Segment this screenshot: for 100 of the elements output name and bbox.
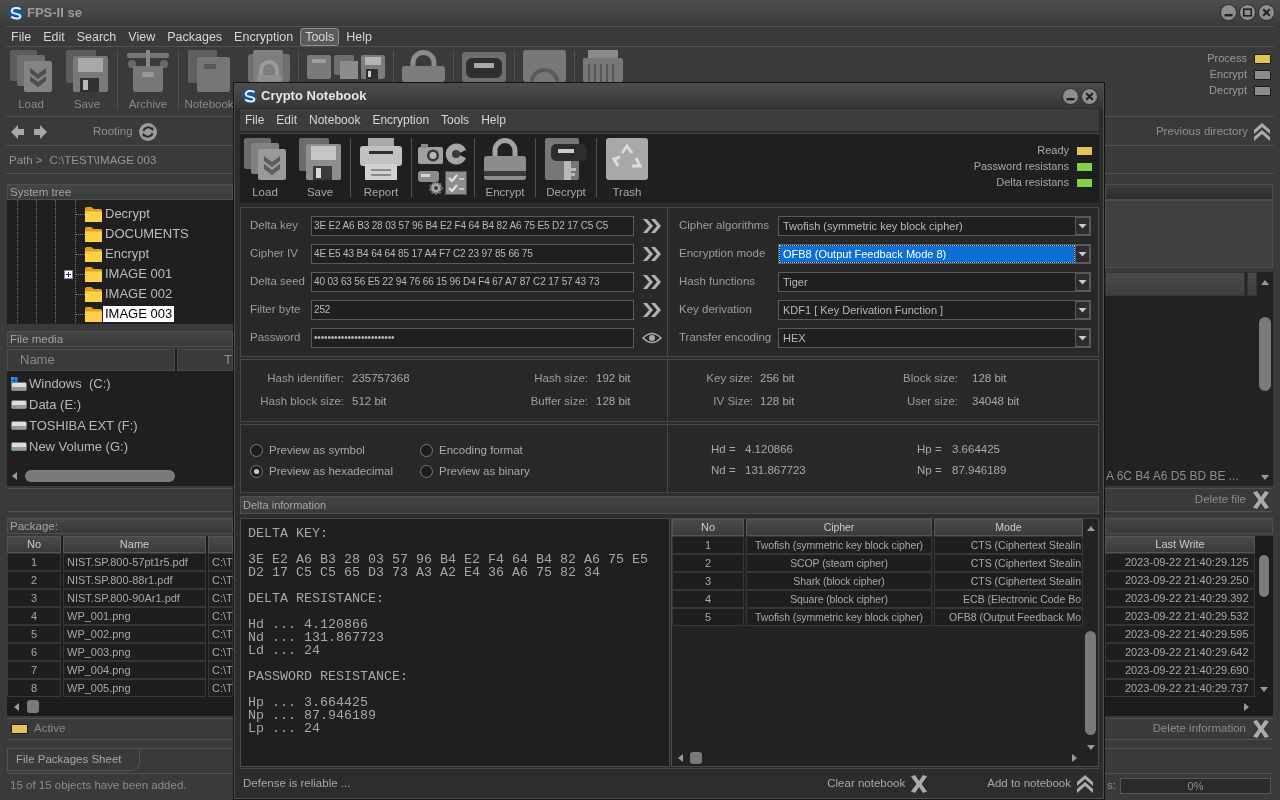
- menu-item[interactable]: File: [6, 27, 37, 46]
- scroll-down-icon[interactable]: [1260, 687, 1268, 692]
- menu-item[interactable]: Edit: [271, 111, 303, 129]
- scrollbar-thumb[interactable]: [1259, 555, 1269, 597]
- tree-item[interactable]: Decrypt: [103, 206, 152, 222]
- minimize-icon[interactable]: [1062, 87, 1079, 105]
- scroll-left-icon[interactable]: [678, 754, 683, 762]
- menu-item[interactable]: Packages: [162, 27, 228, 46]
- checklist-icon[interactable]: [445, 170, 467, 195]
- minimize-icon[interactable]: [1220, 4, 1237, 21]
- text-area[interactable]: [240, 518, 670, 767]
- decrypt-button[interactable]: Decrypt: [541, 138, 591, 199]
- menu-item[interactable]: Help: [476, 111, 511, 129]
- menu-item[interactable]: Encryption: [229, 27, 299, 46]
- scroll-up-icon[interactable]: [1086, 526, 1095, 531]
- dropdown[interactable]: KDF1 [ Key Derivation Function ]: [778, 300, 1091, 320]
- dropdown[interactable]: Twofish (symmetric key block cipher): [778, 216, 1091, 236]
- previous-directory-button[interactable]: Previous directory: [1155, 122, 1270, 141]
- drive-item[interactable]: Data (E:): [29, 396, 81, 413]
- text-field[interactable]: 3E E2 A6 B3 28 03 57 96 B4 E2 F4 64 B4 82 A6 75 E5 D2 17 C5 C5: [311, 216, 634, 236]
- load-button[interactable]: Load: [240, 138, 290, 199]
- table-cell: C:\T: [208, 625, 233, 643]
- pie-chart-icon[interactable]: [445, 142, 467, 165]
- save-button[interactable]: Save: [295, 138, 345, 199]
- radio-icon[interactable]: [420, 444, 433, 457]
- drive-gear-icon[interactable]: [417, 170, 443, 195]
- menu-item[interactable]: View: [123, 27, 161, 46]
- menu-item[interactable]: Tools: [436, 111, 475, 129]
- file-stack-icon[interactable]: [334, 55, 358, 79]
- menu-item[interactable]: File: [240, 111, 270, 129]
- scrollbar-thumb[interactable]: [25, 469, 175, 482]
- text-line: 3E E2 A6 B3 28 03 57 96 B4 E2 F4 64 B4 82 A6 75 E5: [248, 553, 649, 566]
- menu-item[interactable]: Tools: [300, 27, 340, 46]
- menu-item[interactable]: Help: [341, 27, 378, 46]
- close-icon[interactable]: [1258, 4, 1275, 21]
- scrollbar-thumb[interactable]: [1259, 317, 1271, 391]
- rooting-button[interactable]: Rooting: [93, 122, 157, 141]
- radio-option[interactable]: Preview as hexadecimal: [250, 464, 420, 479]
- tree-item[interactable]: IMAGE 002: [103, 286, 175, 302]
- maximize-icon[interactable]: [1239, 4, 1256, 21]
- scrollbar-thumb[interactable]: [690, 752, 702, 764]
- folder-icon: [85, 226, 102, 242]
- drive-icon[interactable]: [462, 50, 506, 82]
- password-field[interactable]: ••••••••••••••••••••••••: [311, 328, 634, 348]
- menu-item[interactable]: Notebook: [304, 111, 366, 129]
- drive-item[interactable]: New Volume (G:): [29, 438, 128, 455]
- scroll-right-icon[interactable]: [1072, 754, 1077, 762]
- close-icon[interactable]: [1081, 87, 1098, 105]
- double-chevron-right-icon[interactable]: [643, 219, 661, 233]
- drive-item[interactable]: TOSHIBA EXT (F:): [29, 417, 138, 434]
- text-field[interactable]: 252: [311, 300, 634, 320]
- scroll-up-icon[interactable]: [1261, 280, 1269, 285]
- encrypt-button[interactable]: Encrypt: [480, 138, 530, 199]
- path-label: Path >: [9, 153, 43, 168]
- scroll-left-icon[interactable]: [12, 471, 17, 480]
- tree-item[interactable]: Encrypt: [103, 246, 152, 262]
- radio-option[interactable]: Encoding format: [420, 443, 667, 458]
- drive-item[interactable]: Windows (C:): [29, 375, 111, 392]
- dropdown[interactable]: OFB8 (Output Feedback Mode 8): [778, 244, 1091, 264]
- shredder-icon[interactable]: [583, 50, 623, 82]
- scrollbar-thumb[interactable]: [27, 700, 39, 713]
- folder-chevron-icon: [10, 50, 52, 92]
- camera-icon[interactable]: [417, 143, 443, 164]
- text-line: Np ... 87.946189: [248, 709, 377, 722]
- dropdown[interactable]: HEX: [778, 328, 1091, 348]
- scroll-left-icon[interactable]: [14, 702, 19, 711]
- menu-item[interactable]: Encryption: [367, 111, 435, 129]
- dropdown[interactable]: Tiger: [778, 272, 1091, 292]
- double-chevron-right-icon[interactable]: [643, 247, 661, 261]
- scrollbar-thumb[interactable]: [1085, 631, 1096, 735]
- tree-item[interactable]: IMAGE 001: [103, 266, 175, 282]
- scroll-down-icon[interactable]: [1086, 745, 1095, 750]
- back-arrow-icon[interactable]: [11, 124, 24, 139]
- folder-padlock-icon[interactable]: [248, 50, 290, 82]
- radio-option[interactable]: Preview as symbol: [250, 443, 420, 458]
- trash-button[interactable]: Trash: [602, 138, 652, 199]
- double-chevron-right-icon[interactable]: [643, 303, 661, 317]
- radio-icon[interactable]: [420, 465, 433, 478]
- radio-icon[interactable]: [250, 444, 263, 457]
- forward-arrow-icon[interactable]: [34, 124, 47, 139]
- eye-icon[interactable]: [642, 332, 662, 344]
- menu-item[interactable]: Search: [71, 27, 122, 46]
- table-cell: 4: [672, 590, 744, 608]
- scroll-right-icon[interactable]: [1244, 702, 1249, 711]
- tree-item[interactable]: DOCUMENTS: [103, 226, 191, 242]
- text-field[interactable]: 4E E5 43 B4 64 64 85 17 A4 F7 C2 23 97 85 66 75: [311, 244, 634, 264]
- clear-notebook-button[interactable]: Clear notebook: [827, 775, 928, 793]
- report-button[interactable]: Report: [356, 138, 406, 199]
- text-field[interactable]: 40 03 63 56 E5 22 94 76 66 15 96 D4 F4 67 A7 87 C2 17 57 43 73: [311, 272, 634, 292]
- radio-option[interactable]: Preview as binary: [420, 464, 667, 479]
- menu-item[interactable]: Edit: [38, 27, 70, 46]
- tab[interactable]: File Packages Sheet: [7, 749, 141, 771]
- double-chevron-right-icon[interactable]: [643, 275, 661, 289]
- expand-icon[interactable]: [64, 269, 73, 279]
- text-line: DELTA KEY:: [248, 527, 329, 540]
- scroll-down-icon[interactable]: [1261, 475, 1269, 480]
- drive-icon: [11, 400, 27, 409]
- tree-item[interactable]: IMAGE 003: [103, 306, 175, 322]
- radio-icon[interactable]: [250, 465, 263, 478]
- add-to-notebook-button[interactable]: Add to notebook: [987, 775, 1093, 793]
